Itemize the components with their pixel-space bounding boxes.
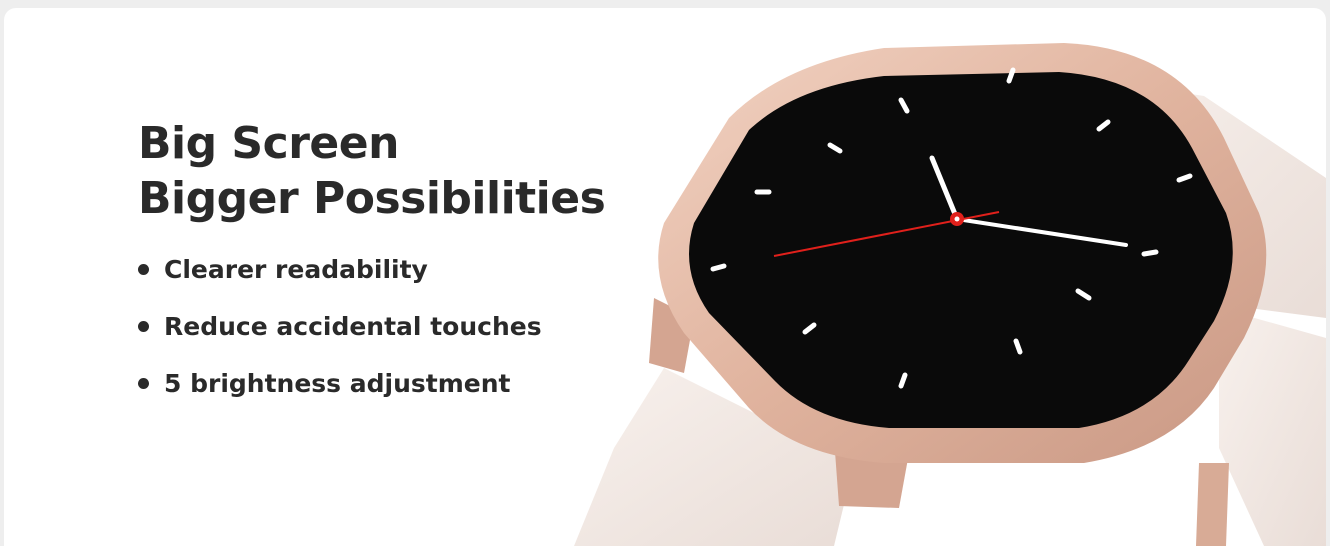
- watch-screen: [689, 72, 1233, 428]
- smartwatch-image: [574, 43, 1326, 546]
- banner-card: Big Screen Bigger Possibilities Clearer …: [4, 8, 1326, 546]
- strap-buckle: [1196, 463, 1229, 546]
